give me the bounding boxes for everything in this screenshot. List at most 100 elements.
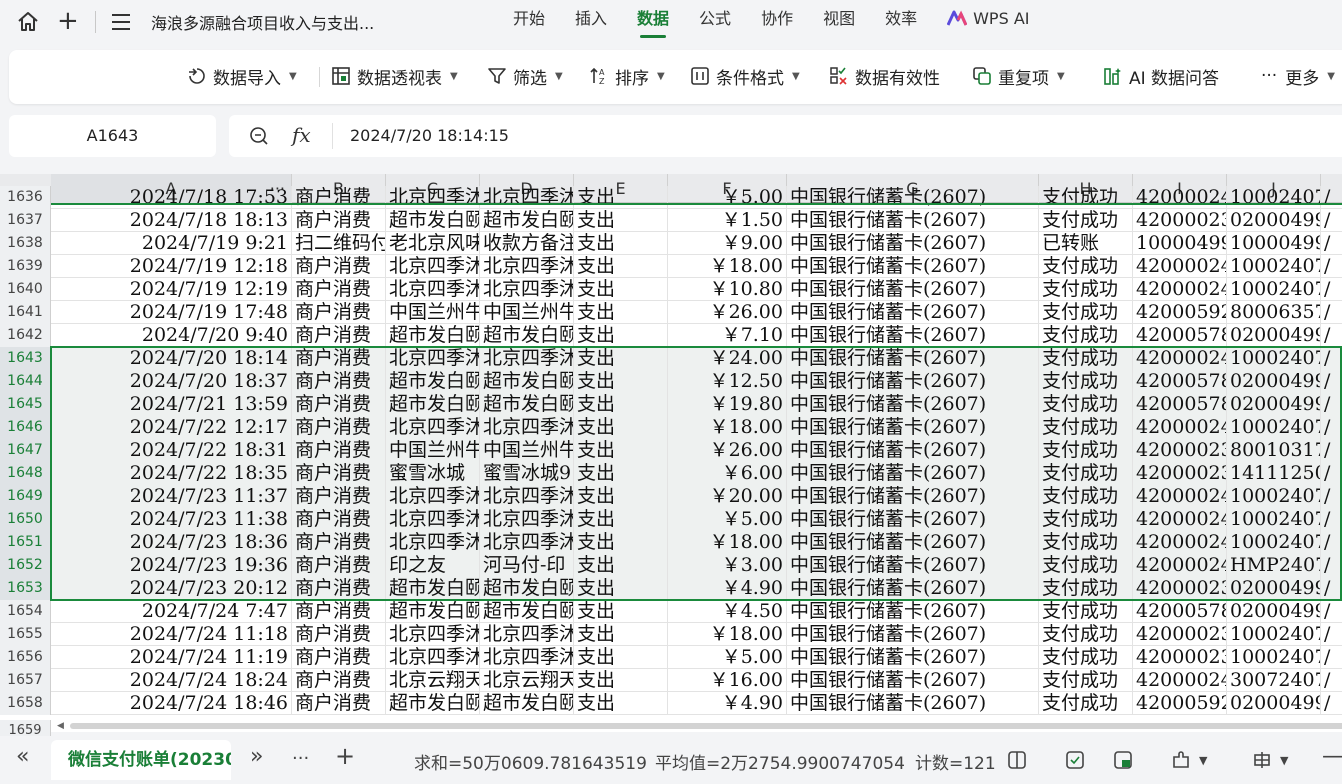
cell-k[interactable]: / <box>1321 646 1342 669</box>
cell-c[interactable]: 北京四季沐 <box>386 416 480 439</box>
cell-g[interactable]: 中国银行储蓄卡(2607) <box>787 324 1039 347</box>
cell-k[interactable]: / <box>1321 692 1342 715</box>
cell-b[interactable]: 商户消费 <box>292 209 386 232</box>
cell-g[interactable]: 中国银行储蓄卡(2607) <box>787 531 1039 554</box>
cell-h[interactable]: 支付成功 <box>1039 554 1133 577</box>
formula-value[interactable]: 2024/7/20 18:14:15 <box>350 126 509 145</box>
duplicates-button[interactable]: 重复项 ▼ <box>972 63 1065 89</box>
cell-e[interactable]: 支出 <box>574 209 668 232</box>
protect-sheet-icon[interactable] <box>1112 749 1134 771</box>
horizontal-scrollbar[interactable]: ◀ <box>51 720 1342 732</box>
cell-c[interactable]: 印之友 <box>386 554 480 577</box>
count-stat[interactable]: 计数=121 <box>915 749 996 774</box>
cell-a[interactable]: 2024/7/21 13:59 <box>51 393 292 416</box>
cell-b[interactable]: 商户消费 <box>292 508 386 531</box>
cell-c[interactable]: 北京四季沐 <box>386 255 480 278</box>
row-number[interactable]: 1649 <box>0 485 51 508</box>
cell-k[interactable]: / <box>1321 577 1342 600</box>
cell-d[interactable]: 收款方备注 <box>480 232 574 255</box>
cell-a[interactable]: 2024/7/22 12:17 <box>51 416 292 439</box>
cell-f[interactable]: ￥26.00 <box>668 301 787 324</box>
cell-d[interactable]: 超市发白颐 <box>480 577 574 600</box>
cell-c[interactable]: 北京云翔天 <box>386 669 480 692</box>
plugin-icon[interactable] <box>1170 749 1192 771</box>
cell-a[interactable]: 2024/7/19 9:21 <box>51 232 292 255</box>
cell-b[interactable]: 商户消费 <box>292 301 386 324</box>
cell-c[interactable]: 中国兰州牛 <box>386 439 480 462</box>
cell-f[interactable]: ￥18.00 <box>668 255 787 278</box>
tab-formula[interactable]: 公式 <box>684 0 746 40</box>
cell-f[interactable]: ￥7.10 <box>668 324 787 347</box>
view-mode-icon[interactable] <box>1251 749 1273 771</box>
cell-c[interactable]: 超市发白颐 <box>386 600 480 623</box>
cell-h[interactable]: 支付成功 <box>1039 692 1133 715</box>
cell-i[interactable]: 420000231 <box>1133 623 1227 646</box>
cell-a[interactable]: 2024/7/23 18:36 <box>51 531 292 554</box>
cell-c[interactable]: 蜜雪冰城 <box>386 462 480 485</box>
cell-i[interactable]: 420000242 <box>1133 554 1227 577</box>
cell-j[interactable]: 020004992 <box>1227 324 1321 347</box>
row-number-1659[interactable]: 1659 <box>0 720 51 736</box>
cell-d[interactable]: 北京四季沐 <box>480 347 574 370</box>
fx-icon[interactable]: fx <box>292 123 311 147</box>
cell-d[interactable]: 北京云翔天 <box>480 669 574 692</box>
cell-j[interactable]: 141112506 <box>1227 462 1321 485</box>
cell-h[interactable]: 支付成功 <box>1039 485 1133 508</box>
cell-i[interactable]: 420000235 <box>1133 577 1227 600</box>
cell-d[interactable]: 中国兰州牛 <box>480 301 574 324</box>
cell-f[interactable]: ￥6.00 <box>668 462 787 485</box>
cell-g[interactable]: 中国银行储蓄卡(2607) <box>787 462 1039 485</box>
cell-j[interactable]: 020004992 <box>1227 692 1321 715</box>
cell-d[interactable]: 北京四季沐 <box>480 278 574 301</box>
cell-j[interactable]: 100024072 <box>1227 416 1321 439</box>
cell-e[interactable]: 支出 <box>574 278 668 301</box>
cell-g[interactable]: 中国银行储蓄卡(2607) <box>787 370 1039 393</box>
cell-h[interactable]: 支付成功 <box>1039 347 1133 370</box>
formula-check-icon[interactable] <box>1064 749 1086 771</box>
cell-c[interactable]: 北京四季沐 <box>386 646 480 669</box>
cell-a[interactable]: 2024/7/19 17:48 <box>51 301 292 324</box>
cell-a[interactable]: 2024/7/18 17:53 <box>51 186 292 209</box>
cell-e[interactable]: 支出 <box>574 393 668 416</box>
data-import-button[interactable]: 数据导入 ▼ <box>187 63 297 89</box>
cell-b[interactable]: 商户消费 <box>292 692 386 715</box>
cell-f[interactable]: ￥26.00 <box>668 439 787 462</box>
cell-e[interactable]: 支出 <box>574 485 668 508</box>
cell-h[interactable]: 支付成功 <box>1039 577 1133 600</box>
chevron-down-icon[interactable]: ▼ <box>1280 754 1288 767</box>
cell-a[interactable]: 2024/7/19 12:19 <box>51 278 292 301</box>
cell-g[interactable]: 中国银行储蓄卡(2607) <box>787 186 1039 209</box>
cell-h[interactable]: 支付成功 <box>1039 186 1133 209</box>
cell-j[interactable]: 020004992 <box>1227 577 1321 600</box>
cell-g[interactable]: 中国银行储蓄卡(2607) <box>787 439 1039 462</box>
cell-d[interactable]: 北京四季沐 <box>480 416 574 439</box>
cell-e[interactable]: 支出 <box>574 416 668 439</box>
cell-a[interactable]: 2024/7/22 18:35 <box>51 462 292 485</box>
cell-k[interactable]: / <box>1321 370 1342 393</box>
row-number[interactable]: 1640 <box>0 278 51 301</box>
cell-j[interactable]: 800103172 <box>1227 439 1321 462</box>
cell-i[interactable]: 420000241 <box>1133 186 1227 209</box>
cell-c[interactable]: 北京四季沐 <box>386 186 480 209</box>
tab-view[interactable]: 视图 <box>808 0 870 40</box>
cell-c[interactable]: 北京四季沐 <box>386 623 480 646</box>
cell-d[interactable]: 超市发白颐 <box>480 600 574 623</box>
cell-b[interactable]: 商户消费 <box>292 577 386 600</box>
cell-f[interactable]: ￥5.00 <box>668 186 787 209</box>
row-number[interactable]: 1655 <box>0 623 51 646</box>
chevron-down-icon[interactable]: ▼ <box>1199 754 1207 767</box>
more-button[interactable]: ··· 更多 ▼ <box>1261 63 1335 89</box>
cell-a[interactable]: 2024/7/24 11:19 <box>51 646 292 669</box>
cell-b[interactable]: 商户消费 <box>292 439 386 462</box>
cell-k[interactable]: / <box>1321 209 1342 232</box>
last-sheet-icon[interactable]: » <box>250 744 263 769</box>
cell-d[interactable]: 超市发白颐 <box>480 324 574 347</box>
cell-h[interactable]: 支付成功 <box>1039 301 1133 324</box>
zoom-out-icon[interactable] <box>249 126 269 146</box>
more-sheets-icon[interactable]: ··· <box>292 748 309 769</box>
cell-i[interactable]: 420000230 <box>1133 462 1227 485</box>
row-number[interactable]: 1658 <box>0 692 51 715</box>
cell-j[interactable]: 100024072 <box>1227 646 1321 669</box>
cell-b[interactable]: 商户消费 <box>292 554 386 577</box>
cell-h[interactable]: 支付成功 <box>1039 416 1133 439</box>
